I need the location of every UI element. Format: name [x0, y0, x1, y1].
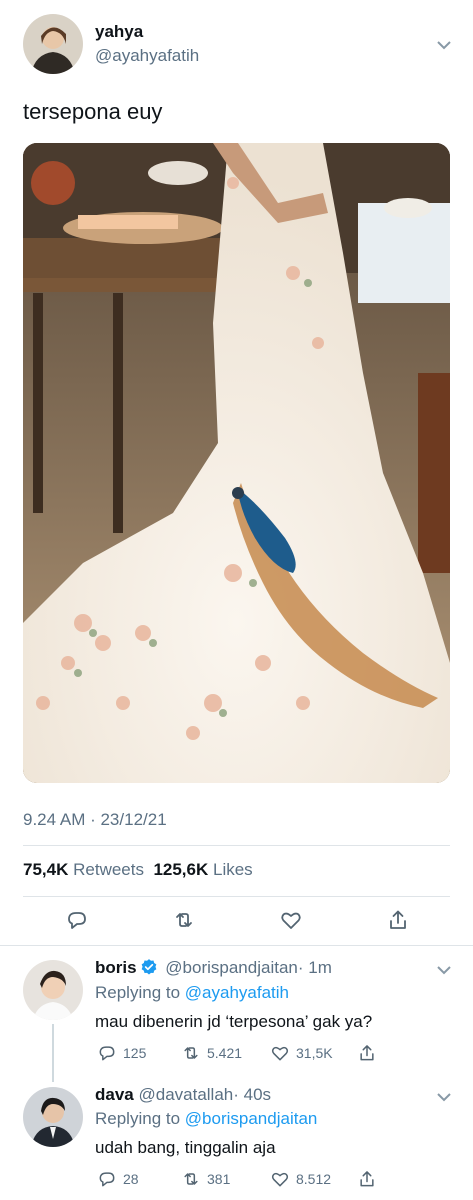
- share-icon[interactable]: [386, 908, 410, 932]
- retweet-icon[interactable]: [172, 908, 196, 932]
- reply-author-handle[interactable]: @davatallah: [138, 1085, 233, 1104]
- reply-time[interactable]: · 40s: [233, 1085, 271, 1104]
- share-icon: [360, 1171, 374, 1187]
- author-name[interactable]: yahya: [95, 22, 143, 42]
- reply-text: udah bang, tinggalin aja: [95, 1138, 276, 1157]
- like-count: 8.512: [296, 1171, 332, 1187]
- retweet-button[interactable]: 381: [181, 1169, 230, 1189]
- like-icon[interactable]: [279, 908, 303, 932]
- replying-to: Replying to @borispandjaitan: [95, 1109, 317, 1129]
- tweet-timestamp[interactable]: 9.24 AM · 23/12/21: [23, 810, 167, 830]
- reply-avatar[interactable]: [23, 960, 83, 1020]
- divider: [23, 896, 450, 897]
- share-button[interactable]: [357, 1043, 377, 1063]
- author-handle[interactable]: @ayahyafatih: [95, 46, 199, 66]
- like-icon: [271, 1172, 289, 1187]
- reply-author-name[interactable]: dava: [95, 1085, 134, 1104]
- author-avatar[interactable]: [23, 14, 83, 74]
- replying-mention[interactable]: @ayahyafatih: [185, 983, 289, 1002]
- like-button[interactable]: 8.512: [270, 1169, 331, 1189]
- like-count: 31,5K: [296, 1045, 333, 1061]
- retweets-label[interactable]: Retweets: [73, 860, 144, 879]
- retweet-icon: [184, 1173, 198, 1185]
- replying-prefix: Replying to: [95, 983, 181, 1002]
- chevron-down-icon[interactable]: [437, 1092, 451, 1102]
- reply-text: mau dibenerin jd ‘terpesona’ gak ya?: [95, 1012, 373, 1031]
- reply-button[interactable]: 28: [97, 1169, 139, 1189]
- like-button[interactable]: 31,5K: [270, 1043, 333, 1063]
- reply-button[interactable]: 125: [97, 1043, 146, 1063]
- reply-time[interactable]: · 1m: [298, 958, 332, 977]
- reply-count: 28: [123, 1171, 139, 1187]
- reply-count: 125: [123, 1045, 147, 1061]
- retweet-count: 5.421: [207, 1045, 243, 1061]
- reply-author-name[interactable]: boris: [95, 958, 137, 977]
- reply-avatar[interactable]: [23, 1087, 83, 1147]
- retweet-button[interactable]: 5.421: [181, 1043, 242, 1063]
- chevron-down-icon[interactable]: [437, 965, 451, 975]
- reply-icon[interactable]: [65, 908, 89, 932]
- replying-prefix: Replying to: [95, 1109, 181, 1128]
- like-icon: [271, 1046, 289, 1061]
- verified-badge-icon: [141, 959, 156, 975]
- likes-label[interactable]: Likes: [213, 860, 253, 879]
- reply-icon: [99, 1046, 115, 1061]
- reply-author-handle[interactable]: @borispandjaitan: [165, 958, 298, 977]
- reply-header: boris @borispandjaitan· 1m: [95, 958, 332, 978]
- replying-to: Replying to @ayahyafatih: [95, 983, 289, 1003]
- tweet-text: tersepona euy: [23, 99, 163, 124]
- chevron-down-icon[interactable]: [437, 40, 451, 50]
- divider: [0, 945, 473, 946]
- tweet-photo[interactable]: [23, 143, 450, 783]
- tweet-stats: 75,4K Retweets 125,6K Likes: [23, 860, 253, 880]
- likes-count[interactable]: 125,6K: [153, 860, 208, 879]
- thread-line: [52, 1024, 54, 1082]
- reply-header: dava @davatallah· 40s: [95, 1085, 271, 1105]
- retweet-icon: [184, 1047, 198, 1059]
- replying-mention[interactable]: @borispandjaitan: [185, 1109, 318, 1128]
- share-button[interactable]: [357, 1169, 377, 1189]
- reply-icon: [99, 1172, 115, 1187]
- divider: [23, 845, 450, 846]
- retweet-count: 381: [207, 1171, 231, 1187]
- share-icon: [360, 1045, 374, 1061]
- retweets-count[interactable]: 75,4K: [23, 860, 68, 879]
